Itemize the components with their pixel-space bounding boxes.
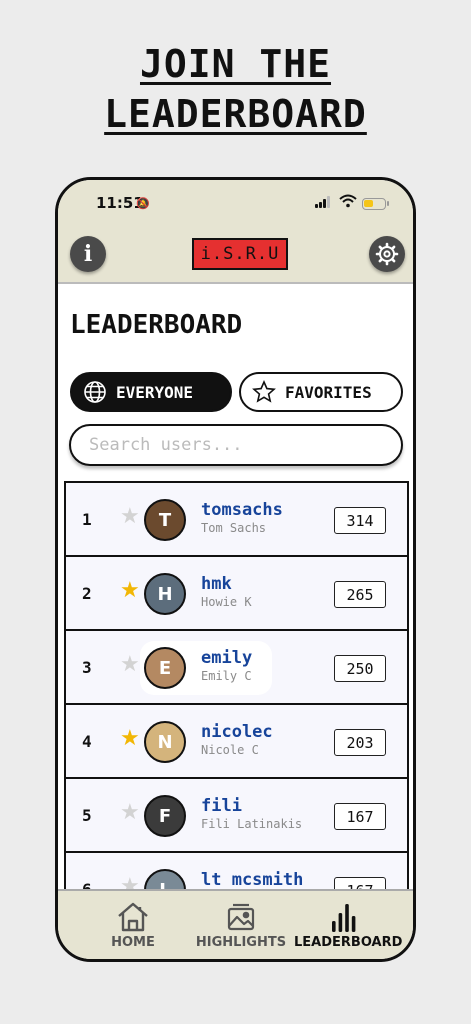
full-name: Howie K bbox=[201, 595, 252, 609]
star-outline-icon bbox=[251, 379, 277, 405]
score-badge: 167 bbox=[334, 803, 386, 830]
table-row[interactable]: 5 ★ F fili Fili Latinakis 167 bbox=[66, 779, 407, 853]
rank-number: 4 bbox=[82, 732, 92, 751]
favorite-star-icon[interactable]: ★ bbox=[120, 802, 140, 824]
filter-favorites-label: FAVORITES bbox=[285, 382, 372, 402]
username[interactable]: tomsachs bbox=[201, 500, 283, 520]
full-name: Fili Latinakis bbox=[201, 817, 303, 831]
filter-everyone-label: EVERYONE bbox=[116, 382, 194, 402]
favorite-star-icon[interactable]: ★ bbox=[120, 506, 140, 528]
bar-chart-icon bbox=[294, 899, 396, 935]
wifi-icon bbox=[339, 194, 357, 212]
username[interactable]: fili bbox=[201, 796, 242, 816]
leaderboard-list[interactable]: 1 ★ T tomsachs Tom Sachs 314 2 ★ H hmk H… bbox=[64, 481, 409, 891]
promo-headline-line1: JOIN THE bbox=[139, 42, 332, 86]
settings-button[interactable] bbox=[369, 236, 405, 272]
rank-number: 5 bbox=[82, 806, 92, 825]
phone-frame: 11:51 🔕 i i.S.R.U LEADERBOARD EVERYONE F… bbox=[55, 177, 416, 962]
tab-highlights-label: HIGHLIGHTS bbox=[195, 935, 287, 950]
username[interactable]: nicolec bbox=[201, 722, 273, 742]
app-logo: i.S.R.U bbox=[192, 238, 288, 270]
gear-icon bbox=[375, 242, 399, 266]
app-header: 11:51 🔕 i i.S.R.U bbox=[58, 180, 413, 284]
promo-headline-line2: LEADERBOARD bbox=[104, 92, 367, 136]
table-row[interactable]: 6 ★ L lt mcsmith 167 bbox=[66, 853, 407, 891]
avatar[interactable]: N bbox=[144, 721, 186, 763]
score-badge: 203 bbox=[334, 729, 386, 756]
info-button[interactable]: i bbox=[70, 236, 106, 272]
username[interactable]: hmk bbox=[201, 574, 232, 594]
favorite-star-icon[interactable]: ★ bbox=[120, 654, 140, 676]
tab-home[interactable]: HOME bbox=[98, 899, 168, 950]
rank-number: 3 bbox=[82, 658, 92, 677]
photos-icon bbox=[191, 899, 291, 935]
silent-bell-icon: 🔕 bbox=[136, 197, 150, 210]
info-icon: i bbox=[83, 241, 93, 267]
bottom-tab-bar: HOME HIGHLIGHTS LEADERBOARD bbox=[58, 889, 413, 959]
battery-icon bbox=[362, 198, 386, 210]
page-title: LEADERBOARD bbox=[70, 310, 243, 340]
search-input[interactable] bbox=[69, 424, 403, 466]
rank-number: 2 bbox=[82, 584, 92, 603]
score-badge: 250 bbox=[334, 655, 386, 682]
tab-highlights[interactable]: HIGHLIGHTS bbox=[191, 899, 291, 950]
rank-number: 1 bbox=[82, 510, 92, 529]
filter-favorites-button[interactable]: FAVORITES bbox=[239, 372, 403, 412]
tab-leaderboard[interactable]: LEADERBOARD bbox=[294, 899, 403, 950]
filter-everyone-button[interactable]: EVERYONE bbox=[70, 372, 232, 412]
username[interactable]: lt mcsmith bbox=[201, 870, 303, 890]
avatar[interactable]: H bbox=[144, 573, 186, 615]
score-badge: 265 bbox=[334, 581, 386, 608]
avatar[interactable]: T bbox=[144, 499, 186, 541]
table-row[interactable]: 3 ★ E emily Emily C 250 bbox=[66, 631, 407, 705]
tab-home-label: HOME bbox=[111, 935, 155, 950]
avatar[interactable]: E bbox=[144, 647, 186, 689]
battery-tip bbox=[387, 201, 389, 206]
home-icon bbox=[98, 899, 168, 935]
score-badge: 314 bbox=[334, 507, 386, 534]
cellular-signal-icon bbox=[315, 196, 333, 208]
full-name: Tom Sachs bbox=[201, 521, 267, 535]
full-name: Emily C bbox=[201, 669, 252, 683]
table-row[interactable]: 2 ★ H hmk Howie K 265 bbox=[66, 557, 407, 631]
globe-icon bbox=[82, 379, 108, 405]
username[interactable]: emily bbox=[201, 648, 252, 668]
table-row[interactable]: 1 ★ T tomsachs Tom Sachs 314 bbox=[66, 483, 407, 557]
full-name: Nicole C bbox=[201, 743, 259, 757]
avatar[interactable]: F bbox=[144, 795, 186, 837]
avatar[interactable]: L bbox=[144, 869, 186, 891]
table-row[interactable]: 4 ★ N nicolec Nicole C 203 bbox=[66, 705, 407, 779]
favorite-star-icon[interactable]: ★ bbox=[120, 580, 140, 602]
favorite-star-icon[interactable]: ★ bbox=[120, 728, 140, 750]
tab-leaderboard-label: LEADERBOARD bbox=[294, 935, 403, 950]
